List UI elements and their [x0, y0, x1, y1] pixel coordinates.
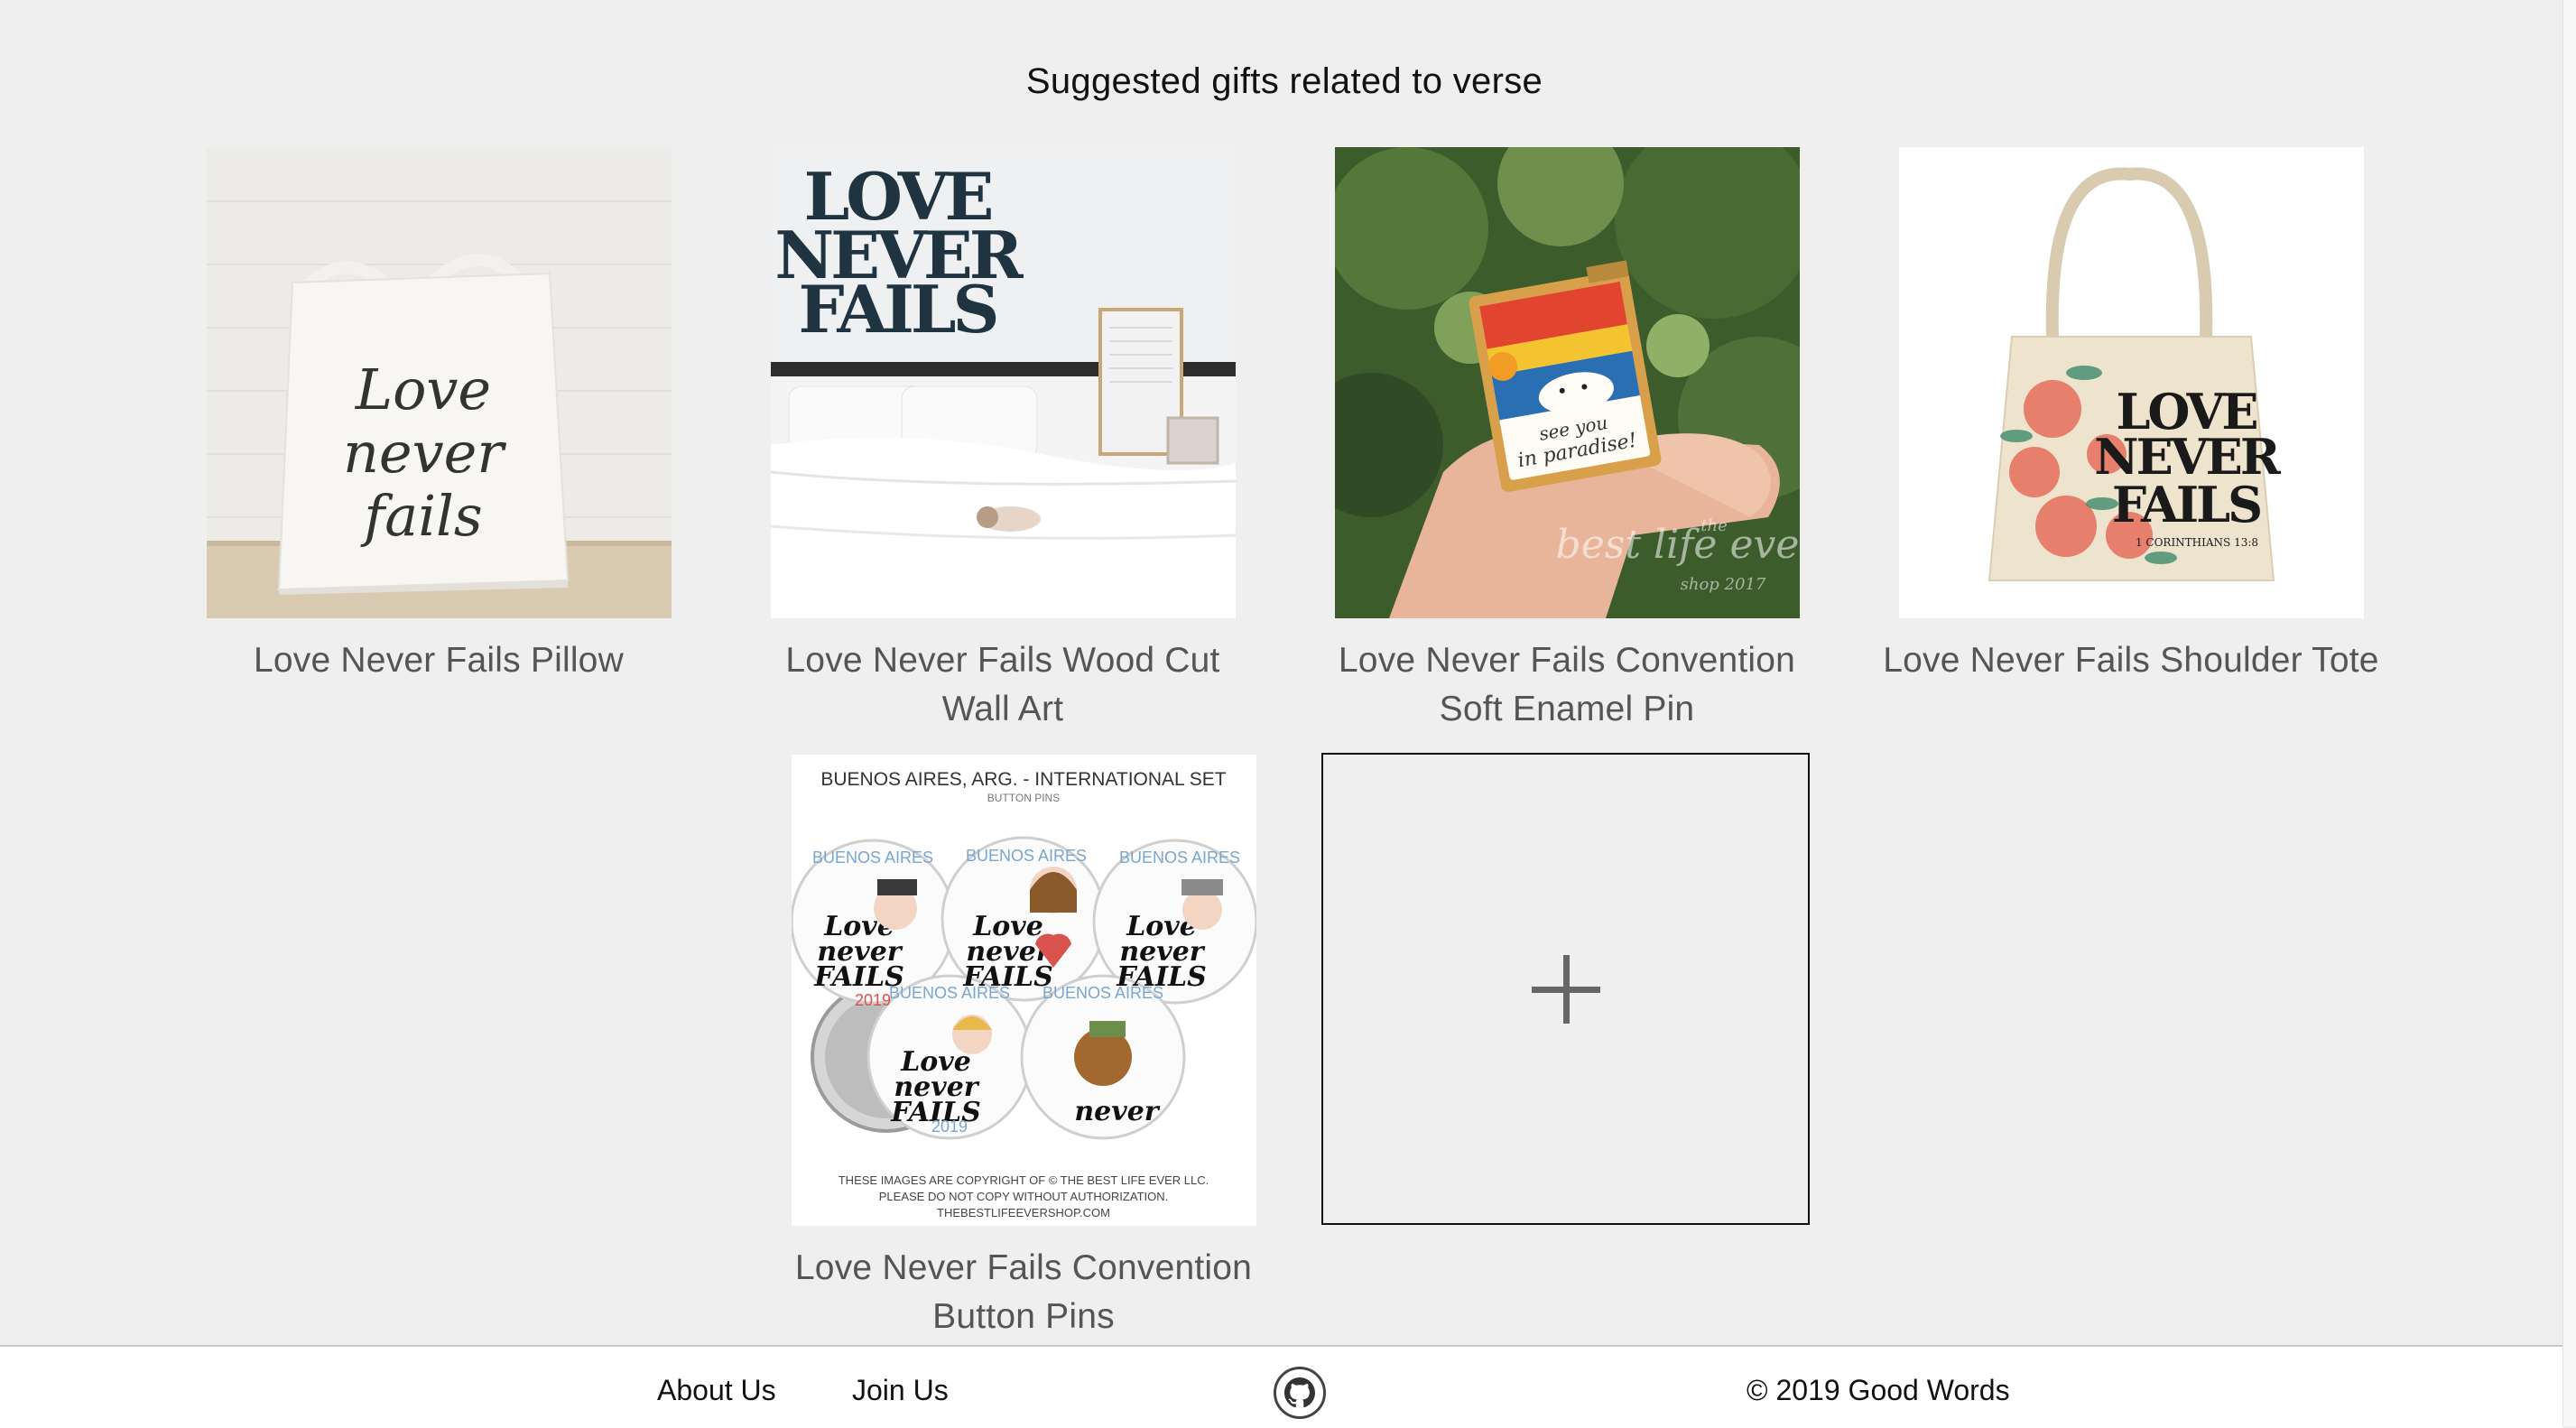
footer: About Us Join Us © 2019 Good Words — [0, 1345, 2563, 1428]
gift-card-button-pins[interactable]: BUENOS AIRES, ARG. - INTERNATIONAL SET B… — [771, 755, 1276, 1341]
page-scrollbar[interactable] — [2562, 0, 2576, 1426]
svg-text:shop 2017: shop 2017 — [1680, 575, 1765, 594]
section-title: Suggested gifts related to verse — [1025, 61, 1543, 101]
add-gift-button[interactable] — [1321, 753, 1810, 1225]
gift-card-enamel-pin[interactable]: see you in paradise! best life ever the … — [1314, 147, 1820, 734]
svg-text:never: never — [1074, 1096, 1160, 1127]
github-icon[interactable] — [1274, 1367, 1326, 1419]
gift-title[interactable]: Love Never Fails Convention Soft Enamel … — [1314, 636, 1820, 734]
svg-text:the: the — [1700, 516, 1727, 535]
gift-card-wall-art[interactable]: LOVE NEVER FAILS Love Never Fails Wood C… — [750, 147, 1256, 734]
svg-text:best life ever: best life ever — [1555, 522, 1799, 568]
gift-image-wall-art[interactable]: LOVE NEVER FAILS — [770, 147, 1236, 618]
gift-image-enamel-pin[interactable]: see you in paradise! best life ever the … — [1334, 147, 1800, 618]
gift-title[interactable]: Love Never Fails Pillow — [186, 636, 691, 685]
gift-image-button-pins[interactable]: BUENOS AIRES, ARG. - INTERNATIONAL SET B… — [791, 755, 1256, 1226]
gift-image-pillow[interactable]: Love never fails — [206, 147, 672, 618]
pins-image-header: BUENOS AIRES, ARG. - INTERNATIONAL SET — [820, 769, 1226, 790]
svg-text:2019: 2019 — [854, 991, 890, 1009]
svg-text:BUENOS AIRES: BUENOS AIRES — [965, 847, 1086, 865]
gift-image-shoulder-tote[interactable]: LOVE NEVER FAILS 1 CORINTHIANS 13:8 — [1898, 147, 2364, 618]
svg-text:never: never — [343, 420, 506, 486]
svg-text:FAILS: FAILS — [798, 271, 996, 348]
gift-title[interactable]: Love Never Fails Shoulder Tote — [1878, 636, 2384, 685]
gift-title[interactable]: Love Never Fails Convention Button Pins — [771, 1244, 1276, 1341]
copyright-text: © 2019 Good Words — [1747, 1374, 2010, 1406]
svg-text:BUENOS AIRES: BUENOS AIRES — [888, 984, 1009, 1002]
svg-text:2019: 2019 — [931, 1117, 967, 1136]
gift-title[interactable]: Love Never Fails Wood Cut Wall Art — [750, 636, 1256, 734]
about-us-link[interactable]: About Us — [657, 1374, 776, 1407]
gift-card-pillow[interactable]: Love never fails Love Never Fails Pillow — [186, 147, 691, 685]
pins-copyright-2: PLEASE DO NOT COPY WITHOUT AUTHORIZATION… — [878, 1190, 1167, 1203]
svg-text:BUENOS AIRES: BUENOS AIRES — [1118, 848, 1239, 867]
plus-icon — [1531, 954, 1600, 1024]
svg-text:BUENOS AIRES: BUENOS AIRES — [811, 848, 932, 867]
gift-card-shoulder-tote[interactable]: LOVE NEVER FAILS 1 CORINTHIANS 13:8 Love… — [1878, 147, 2384, 685]
svg-text:1 CORINTHIANS 13:8: 1 CORINTHIANS 13:8 — [2135, 536, 2257, 549]
pins-image-subheader: BUTTON PINS — [987, 792, 1059, 804]
join-us-link[interactable]: Join Us — [852, 1374, 949, 1407]
svg-text:FAILS: FAILS — [2111, 476, 2259, 533]
pins-copyright-1: THESE IMAGES ARE COPYRIGHT OF © THE BEST… — [838, 1173, 1209, 1187]
svg-text:fails: fails — [360, 483, 482, 549]
svg-text:BUENOS AIRES: BUENOS AIRES — [1042, 984, 1163, 1002]
pins-copyright-3: THEBESTLIFEEVERSHOP.COM — [937, 1206, 1110, 1219]
page: Suggested gifts related to verse Love ne… — [0, 0, 2576, 1428]
svg-text:Love: Love — [354, 357, 490, 422]
